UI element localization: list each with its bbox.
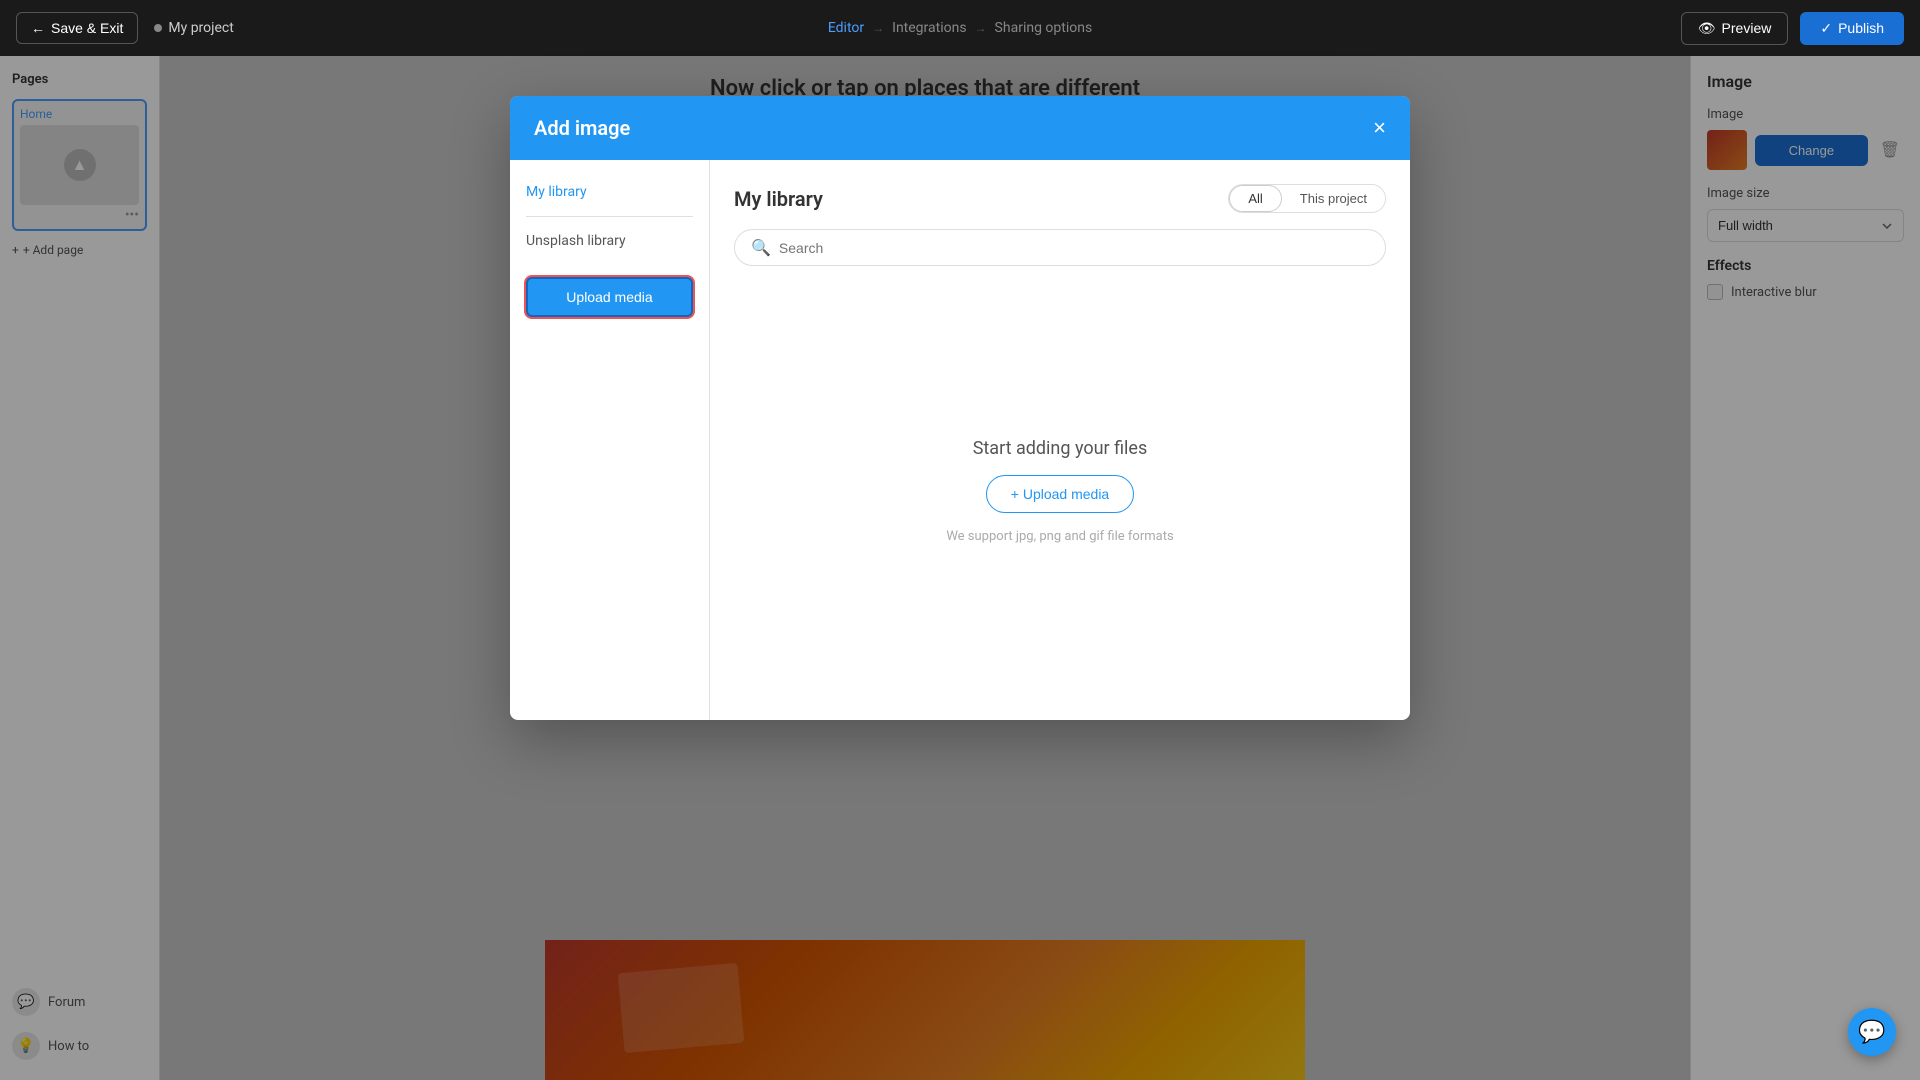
empty-state-title: Start adding your files <box>973 438 1148 459</box>
empty-state: Start adding your files + Upload media W… <box>734 286 1386 696</box>
chat-fab-button[interactable]: 💬 <box>1848 1008 1896 1056</box>
filter-pills: All This project <box>1228 184 1386 213</box>
preview-button[interactable]: 👁 Preview <box>1681 12 1789 45</box>
nav-step-editor[interactable]: Editor <box>828 20 864 36</box>
filter-this-project-button[interactable]: This project <box>1282 185 1385 212</box>
modal-header: Add image × <box>510 96 1410 160</box>
modal-close-button[interactable]: × <box>1373 117 1386 139</box>
modal-main-content: My library All This project 🔍 Start addi… <box>710 160 1410 720</box>
search-input[interactable] <box>779 240 1369 256</box>
top-nav: ← Save & Exit My project Editor → Integr… <box>0 0 1920 56</box>
nav-arrow-2: → <box>975 21 987 35</box>
chat-icon: 💬 <box>1858 1020 1885 1045</box>
nav-arrow-1: → <box>872 21 884 35</box>
save-exit-button[interactable]: ← Save & Exit <box>16 12 138 44</box>
supported-formats-text: We support jpg, png and gif file formats <box>946 529 1173 544</box>
nav-step-sharing[interactable]: Sharing options <box>995 20 1093 36</box>
filter-all-button[interactable]: All <box>1229 185 1281 212</box>
modal-nav-unsplash[interactable]: Unsplash library <box>526 229 693 253</box>
project-name-text: My project <box>168 20 233 36</box>
add-image-modal: Add image × My library Unsplash library … <box>510 96 1410 720</box>
modal-nav-my-library[interactable]: My library <box>526 180 693 204</box>
search-bar: 🔍 <box>734 229 1386 266</box>
nav-right: 👁 Preview ✓ Publish <box>1681 12 1904 45</box>
modal-overlay[interactable]: Add image × My library Unsplash library … <box>0 56 1920 1080</box>
publish-label: Publish <box>1838 20 1884 36</box>
nav-steps: Editor → Integrations → Sharing options <box>828 20 1092 36</box>
status-dot <box>154 24 162 32</box>
modal-content-header: My library All This project <box>734 184 1386 213</box>
checkmark-icon: ✓ <box>1820 20 1832 37</box>
modal-body: My library Unsplash library Upload media… <box>510 160 1410 720</box>
modal-title: Add image <box>534 116 630 140</box>
arrow-left-icon: ← <box>31 20 45 36</box>
save-exit-label: Save & Exit <box>51 20 123 36</box>
preview-label: Preview <box>1722 20 1772 36</box>
modal-nav-divider <box>526 216 693 217</box>
upload-media-main-button[interactable]: + Upload media <box>986 475 1134 513</box>
eye-icon: 👁 <box>1698 20 1716 37</box>
project-name: My project <box>154 20 233 36</box>
nav-step-integrations[interactable]: Integrations <box>892 20 966 36</box>
modal-sidebar: My library Unsplash library Upload media <box>510 160 710 720</box>
library-title: My library <box>734 187 823 211</box>
search-icon: 🔍 <box>751 238 771 257</box>
publish-button[interactable]: ✓ Publish <box>1800 12 1904 45</box>
upload-media-sidebar-button[interactable]: Upload media <box>526 277 693 317</box>
